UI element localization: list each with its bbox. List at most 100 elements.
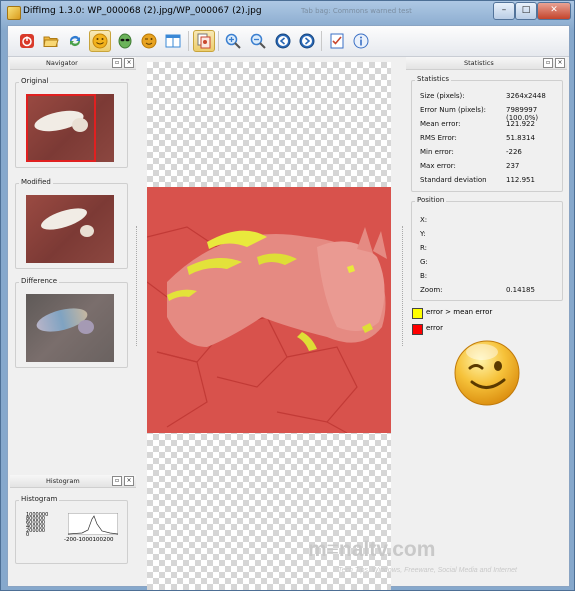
minimize-button[interactable]: –: [493, 2, 515, 20]
histogram-x-ticks: -200-1000100200: [64, 537, 124, 543]
statistics-dock-header: Statistics ▫ ×: [406, 57, 567, 70]
original-label: Original: [19, 77, 51, 85]
smiley-wink-icon: [141, 33, 157, 49]
stat-value: 51.8314: [506, 134, 535, 142]
stat-row-error-num: Error Num (pixels): 7989997 (100.0%): [420, 106, 538, 122]
title-bar: DiffImg 1.3.0: WP_000068 (2).jpg/WP_0000…: [1, 1, 574, 23]
position-row-g: G:: [420, 258, 428, 266]
dock-close-button[interactable]: ×: [124, 476, 134, 486]
difference-thumbnail[interactable]: [26, 294, 114, 362]
stat-label: Error Num (pixels):: [420, 106, 487, 114]
refresh-button[interactable]: [64, 30, 86, 52]
quit-button[interactable]: [16, 30, 38, 52]
x-tick: -100: [76, 537, 89, 543]
layout-icon: [165, 34, 181, 48]
window-title: DiffImg 1.3.0: WP_000068 (2).jpg/WP_0000…: [23, 6, 262, 16]
position-label-y: Y:: [420, 230, 426, 238]
left-splitter[interactable]: [136, 226, 139, 346]
quit-icon: [20, 34, 34, 48]
difference-label: Difference: [19, 277, 60, 285]
stat-row-min-error: Min error: -226: [420, 148, 522, 156]
navigator-dock-title: Navigator: [46, 59, 78, 67]
original-thumbnail[interactable]: [26, 94, 114, 162]
close-button[interactable]: ✕: [537, 2, 571, 20]
stat-row-max-error: Max error: 237: [420, 162, 519, 170]
viewport-rectangle[interactable]: [26, 94, 96, 162]
zoom-in-icon: [225, 33, 241, 49]
stat-row-std-dev: Standard deviation 112.951: [420, 176, 535, 184]
histogram-y-ticks: 1000000 800000 600000 400000 200000 0: [26, 513, 48, 538]
dock-close-button[interactable]: ×: [555, 58, 565, 68]
statistics-dock-title: Statistics: [464, 59, 494, 67]
position-label: Position: [415, 196, 447, 204]
layout-button[interactable]: [162, 30, 184, 52]
histogram-label: Histogram: [19, 495, 60, 503]
dock-close-button[interactable]: ×: [124, 58, 134, 68]
stat-label: Mean error:: [420, 120, 461, 128]
stat-label: Standard deviation: [420, 176, 487, 184]
statistics-group: Statistics Size (pixels): 3264x2448 Error…: [411, 75, 563, 192]
legend-label: error > mean error: [426, 308, 493, 316]
dock-float-button[interactable]: ▫: [112, 58, 122, 68]
smiley-icon: [92, 33, 108, 49]
statistics-label: Statistics: [415, 75, 451, 83]
zoom-out-button[interactable]: [247, 30, 269, 52]
position-row-zoom: Zoom: 0.14185: [420, 286, 535, 294]
watermark-logo: m≡naltv.com: [308, 538, 436, 561]
previous-button[interactable]: [272, 30, 294, 52]
position-label-g: G:: [420, 258, 428, 266]
checklist-button[interactable]: [326, 30, 348, 52]
position-row-r: R:: [420, 244, 427, 252]
image-compare-icon: [197, 33, 211, 49]
modified-thumbnail[interactable]: [26, 195, 114, 263]
zoom-out-icon: [250, 33, 266, 49]
x-tick: 100: [92, 537, 103, 543]
stat-value: 112.951: [506, 176, 535, 184]
smiley-button[interactable]: [89, 30, 111, 52]
position-row-b: B:: [420, 272, 427, 280]
cat-error-overlay: [147, 187, 391, 433]
checklist-icon: [330, 33, 344, 49]
app-window: DiffImg 1.3.0: WP_000068 (2).jpg/WP_0000…: [0, 0, 575, 591]
histogram-plot: [68, 513, 118, 535]
position-row-y: Y:: [420, 230, 426, 238]
info-button[interactable]: [350, 30, 372, 52]
y-tick: 200000: [26, 528, 46, 534]
right-splitter[interactable]: [402, 226, 405, 346]
stat-row-size: Size (pixels): 3264x2448: [420, 92, 546, 100]
zoom-in-button[interactable]: [222, 30, 244, 52]
info-icon: [353, 33, 369, 49]
next-icon: [299, 33, 315, 49]
difference-image[interactable]: [147, 187, 391, 433]
maximize-button[interactable]: □: [515, 2, 537, 20]
dock-float-button[interactable]: ▫: [112, 476, 122, 486]
wink-button[interactable]: [138, 30, 160, 52]
legend-swatch-red: [412, 324, 423, 335]
original-group: Original: [15, 77, 128, 168]
stat-label: Size (pixels):: [420, 92, 465, 100]
position-label-x: X:: [420, 216, 428, 224]
stat-row-mean-error: Mean error: 121.922: [420, 120, 535, 128]
x-tick: 200: [102, 537, 114, 543]
legend-swatch-yellow: [412, 308, 423, 319]
stat-value: 121.922: [506, 120, 535, 128]
alien-icon: [118, 33, 132, 49]
modified-group: Modified: [15, 178, 128, 269]
app-icon: [7, 6, 21, 20]
toolbar: [8, 26, 569, 57]
zoom-value: 0.14185: [506, 286, 535, 294]
position-label-r: R:: [420, 244, 428, 252]
position-label-b: B:: [420, 272, 428, 280]
position-group: Position X: Y: R: G: B: Zoom: 0.14185: [411, 196, 563, 301]
stat-value: -226: [506, 148, 522, 156]
difference-group: Difference: [15, 277, 128, 368]
position-label-zoom: Zoom:: [420, 286, 443, 294]
histogram-group: Histogram 1000000 800000 600000 400000 2…: [15, 495, 128, 564]
modified-label: Modified: [19, 178, 53, 186]
open-button[interactable]: [40, 30, 62, 52]
dock-float-button[interactable]: ▫: [543, 58, 553, 68]
image-view[interactable]: [147, 62, 391, 590]
alien-button[interactable]: [114, 30, 136, 52]
image-compare-button[interactable]: [193, 30, 215, 52]
next-button[interactable]: [296, 30, 318, 52]
